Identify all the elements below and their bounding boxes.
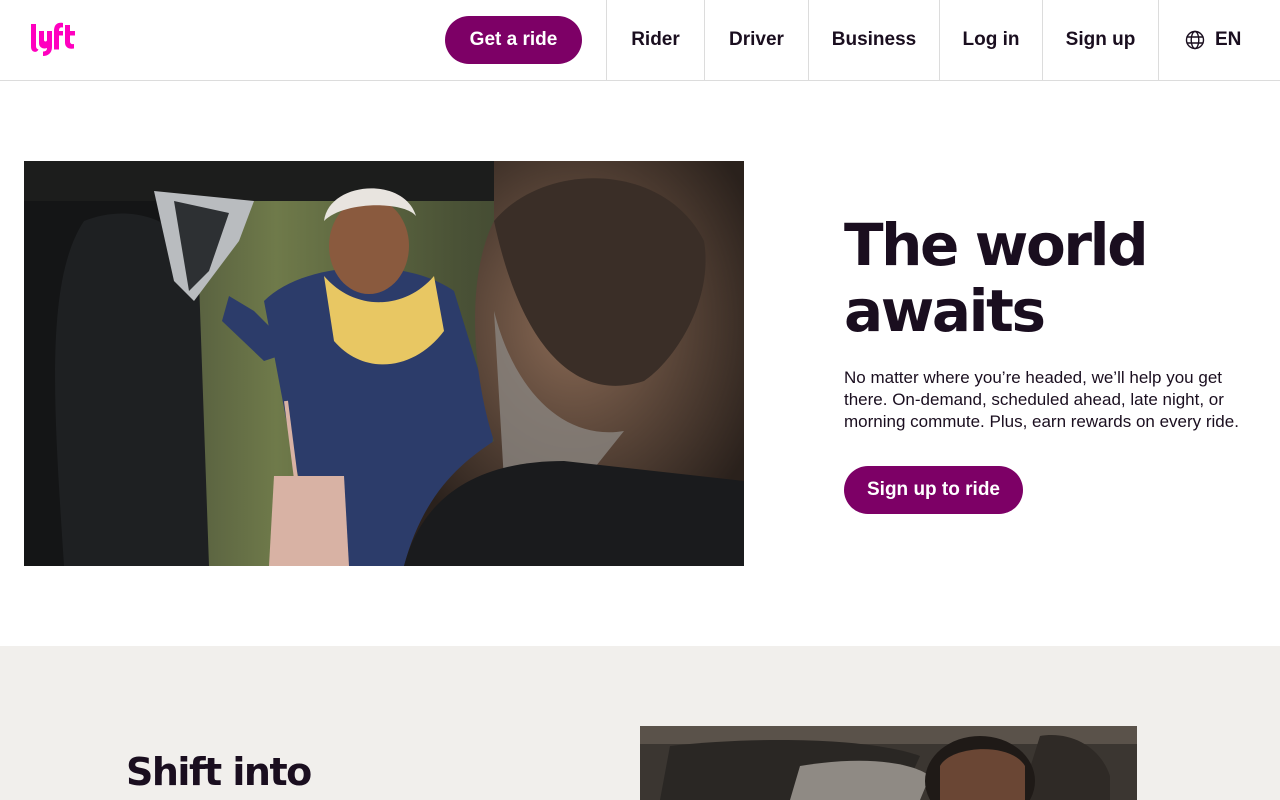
language-selector[interactable]: EN xyxy=(1158,0,1280,80)
language-label: EN xyxy=(1215,29,1242,50)
driver-section: Shift into xyxy=(0,646,1280,800)
hero-description: No matter where you’re headed, we’ll hel… xyxy=(844,368,1239,431)
globe-icon xyxy=(1185,30,1205,50)
section-title: Shift into xyxy=(126,750,312,794)
hero-photo xyxy=(24,161,744,566)
main-nav: Rider Driver Business Log in Sign up EN xyxy=(606,0,1280,80)
nav-log-in[interactable]: Log in xyxy=(939,0,1042,80)
site-header: Get a ride Rider Driver Business Log in … xyxy=(0,0,1280,81)
sign-up-to-ride-button[interactable]: Sign up to ride xyxy=(844,466,1023,514)
nav-business[interactable]: Business xyxy=(808,0,939,80)
hero-title: The world awaits xyxy=(844,211,1149,345)
nav-rider[interactable]: Rider xyxy=(606,0,704,80)
nav-driver[interactable]: Driver xyxy=(704,0,808,80)
driver-photo xyxy=(640,726,1137,800)
nav-sign-up[interactable]: Sign up xyxy=(1042,0,1158,80)
get-a-ride-button[interactable]: Get a ride xyxy=(445,16,582,64)
lyft-logo[interactable] xyxy=(30,20,84,58)
